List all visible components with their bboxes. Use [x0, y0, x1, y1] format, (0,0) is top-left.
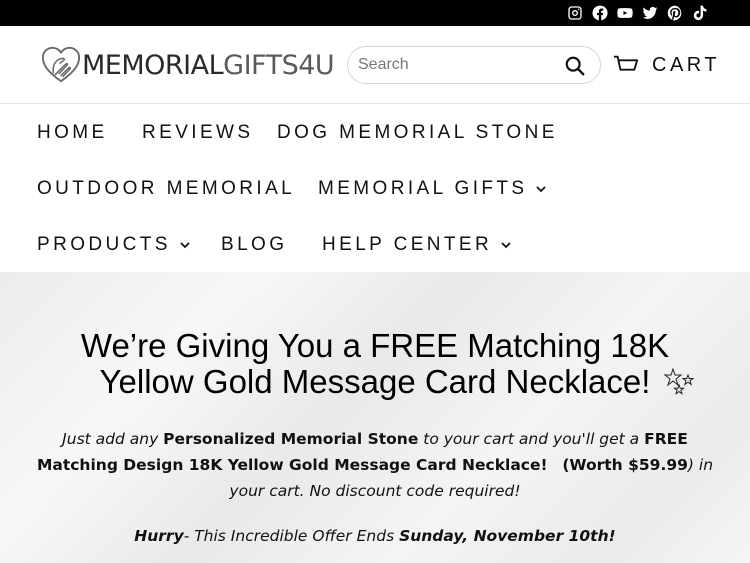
nav-item-home[interactable]: HOME	[37, 122, 108, 144]
promo-worth: (Worth $59.99	[562, 456, 688, 474]
nav-item-reviews[interactable]: REVIEWS	[142, 122, 253, 144]
deadline-date: Sunday, November 10th!	[399, 527, 616, 545]
social-bar	[0, 0, 750, 26]
twitter-icon[interactable]	[641, 5, 658, 22]
search-bar	[347, 46, 601, 84]
deadline-text: - This Incredible Offer Ends	[183, 527, 400, 545]
cart-label: CART	[652, 53, 721, 76]
chevron-down-icon	[180, 242, 190, 249]
instagram-icon[interactable]	[566, 5, 583, 22]
nav-item-dog-memorial-stone[interactable]: DOG MEMORIAL STONE	[277, 122, 558, 144]
nav-item-blog[interactable]: BLOG	[221, 234, 287, 256]
logo-text-gifts4u: GIFTS4U	[223, 49, 335, 81]
logo-text-memorial: MEMORIAL	[82, 49, 224, 81]
nav-item-help-center-label: HELP CENTER	[322, 234, 493, 255]
logo-text: MEMORIALGIFTS4U	[82, 49, 335, 81]
site-header: MEMORIALGIFTS4U CART	[0, 26, 750, 104]
search-icon[interactable]	[564, 55, 586, 77]
pinterest-icon[interactable]	[666, 5, 683, 22]
promo-title-line-2: Yellow Gold Message Card Necklace!	[99, 363, 651, 400]
cart-button[interactable]: CART	[613, 53, 720, 77]
site-logo[interactable]: MEMORIALGIFTS4U	[40, 44, 335, 86]
sparkle-stars-icon	[664, 368, 695, 395]
chevron-down-icon	[501, 242, 511, 249]
nav-item-products[interactable]: PRODUCTS	[37, 234, 191, 256]
facebook-icon[interactable]	[591, 5, 608, 22]
hurry-label: Hurry	[134, 527, 184, 545]
youtube-icon[interactable]	[616, 5, 633, 22]
nav-item-help-center[interactable]: HELP CENTER	[322, 234, 512, 256]
cart-icon	[613, 55, 639, 71]
promo-description: Just add any Personalized Memorial Stone…	[30, 426, 720, 504]
heart-hands-logo-icon	[41, 46, 81, 83]
tiktok-icon[interactable]	[691, 5, 708, 22]
nav-item-memorial-gifts-label: MEMORIAL GIFTS	[318, 178, 528, 199]
nav-item-products-label: PRODUCTS	[37, 234, 171, 255]
promo-title: We’re Giving You a FREE Matching 18K Yel…	[0, 328, 750, 400]
promo-text: Just add any	[62, 430, 164, 448]
promo-banner: We’re Giving You a FREE Matching 18K Yel…	[0, 272, 750, 563]
social-links	[566, 4, 708, 22]
promo-text: to your cart and you'll get a	[418, 430, 645, 448]
promo-title-line-1: We’re Giving You a FREE Matching 18K	[80, 327, 670, 364]
promo-deadline: Hurry- This Incredible Offer Ends Sunday…	[0, 527, 750, 545]
chevron-down-icon	[536, 186, 547, 193]
promo-product-link: Personalized Memorial Stone	[163, 430, 419, 448]
nav-item-outdoor-memorial[interactable]: OUTDOOR MEMORIAL	[37, 178, 295, 200]
nav-item-memorial-gifts[interactable]: MEMORIAL GIFTS	[318, 178, 547, 200]
search-input[interactable]	[348, 56, 548, 74]
main-nav: HOME REVIEWS DOG MEMORIAL STONE OUTDOOR …	[0, 104, 750, 272]
